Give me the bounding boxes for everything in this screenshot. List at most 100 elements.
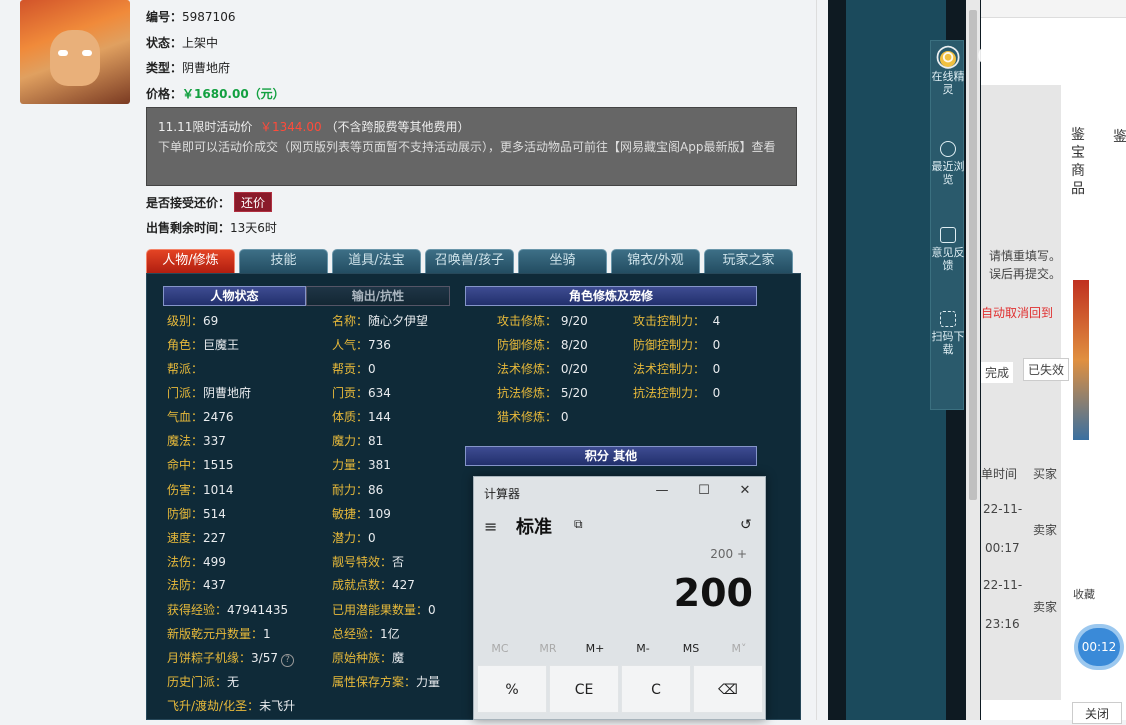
clear-entry-key[interactable]: CE [549,665,619,713]
keep-on-top-icon[interactable]: ⧉ [574,517,583,532]
stat-row: 帮派： [167,362,204,376]
overlay-backdrop: 在线精灵 最近浏览 意见反馈 扫码下载 [828,0,981,720]
stat-row: 人气：736 [332,338,391,352]
character-avatar [20,0,130,104]
stat-row: 法伤：499 [167,555,226,569]
memory-clear-button[interactable]: MC [476,642,524,655]
tab-character[interactable]: 人物/修炼 [146,249,235,273]
tab-expired[interactable]: 已失效 [1023,358,1070,381]
stat-row: 速度：227 [167,531,226,545]
notice-line: 请慎重填写。 [989,249,1062,263]
offer-row: 是否接受还价： 还价 [146,192,273,212]
vertical-nav-label-2[interactable]: 鉴 [1113,126,1126,146]
stat-row: 门派：阴曹地府 [167,386,252,400]
clock-icon [940,141,956,157]
rail-qr-download[interactable]: 扫码下载 [931,311,965,356]
item-price-row: 价格：￥1680.00（元） [146,87,285,101]
row-time: 23:16 [985,617,1020,631]
detail-tabs: 人物/修炼 技能 道具/法宝 召唤兽/孩子 坐骑 锦衣/外观 玩家之家 [146,249,793,273]
item-price: ￥1680.00（元） [182,87,285,101]
memory-list-button[interactable]: M˅ [715,642,763,655]
stat-row: 命中：1515 [167,458,234,472]
remaining-time-row: 出售剩余时间：13天6时 [146,221,277,235]
cultivation-row: 抗法修炼： 5/20 [497,386,588,400]
cultivation-row: 攻击修炼： 9/20 [497,314,588,328]
close-button[interactable]: 关闭 [1072,702,1122,724]
stat-row: 名称：随心夕伊望 [332,314,429,328]
stat-row: 耐力：86 [332,483,384,497]
memory-add-button[interactable]: M+ [571,642,619,655]
menu-icon[interactable]: ≡ [484,517,497,536]
stat-row: 属性保存方案：力量 [332,675,441,689]
subtab-output[interactable]: 输出/抗性 [306,286,450,306]
stat-row: 力量：381 [332,458,391,472]
percent-key[interactable]: % [477,665,547,713]
tab-items[interactable]: 道具/法宝 [332,249,421,273]
tab-home[interactable]: 玩家之家 [704,249,793,273]
col-order-time: 单时间 [981,467,1018,481]
stat-row: 伤害：1014 [167,483,234,497]
stat-row: 级别：69 [167,314,219,328]
item-status: 上架中 [182,36,219,50]
rail-feedback[interactable]: 意见反馈 [931,227,965,272]
stat-row: 角色：巨魔王 [167,338,240,352]
stat-row: 体质：144 [332,410,391,424]
subtab-status[interactable]: 人物状态 [163,286,306,306]
item-id: 5987106 [182,10,236,24]
memory-store-button[interactable]: MS [667,642,715,655]
tab-mounts[interactable]: 坐骑 [518,249,607,273]
stat-row: 魔力：81 [332,434,384,448]
cultivation-row: 猎术修炼： 0 [497,410,569,424]
item-type-row: 类型：阴曹地府 [146,61,231,75]
stat-row: 获得经验：47941435 [167,603,289,617]
promo-price: ￥1344.00 [260,120,322,134]
tab-completed[interactable]: 完成 [981,362,1014,383]
stat-row: 门贡：634 [332,386,391,400]
calculator-display: 200 [673,571,753,615]
control-row: 法术控制力： 0 [633,362,721,376]
rail-recent[interactable]: 最近浏览 [931,141,965,186]
thumbnail-image [1073,280,1089,440]
edit-icon [940,227,956,243]
help-icon[interactable]: ? [280,654,294,667]
tab-skills[interactable]: 技能 [239,249,328,273]
window-titlebar [981,0,1126,18]
stat-row: 魔法：337 [167,434,226,448]
minimize-icon[interactable]: — [652,483,672,498]
tab-pets[interactable]: 召唤兽/孩子 [425,249,514,273]
stat-row: 原始种族：魔 [332,651,405,665]
remaining-time: 13天6时 [230,221,277,235]
history-icon[interactable]: ↺ [740,517,752,533]
favorite-button[interactable]: 收藏 [1073,586,1095,602]
window-close-icon[interactable]: ✕ [735,483,755,498]
scrollbar[interactable] [966,0,980,720]
stat-row: 防御：514 [167,507,226,521]
calculator-expression: 200 + [710,547,747,561]
stat-row: 已用潜能果数量：0 [332,603,436,617]
stat-row: 潜力：0 [332,531,376,545]
memory-recall-button[interactable]: MR [524,642,572,655]
promo-description[interactable]: 下单即可以活动价成交（网页版列表等页面暂不支持活动展示），更多活动物品可前往【网… [158,137,785,157]
memory-subtract-button[interactable]: M- [619,642,667,655]
clear-key[interactable]: C [621,665,691,713]
row-buyer: 卖家 [1033,523,1058,537]
cultivation-row: 防御修炼： 8/20 [497,338,588,352]
order-window: 鉴宝商品 鉴 请慎重填写。 误后再提交。 自动取消回到 完成 已失效 单时间 买… [981,0,1126,720]
control-row: 抗法控制力： 0 [633,386,721,400]
control-row: 防御控制力： 0 [633,338,721,352]
item-id-row: 编号：5987106 [146,10,236,24]
stat-row: 飞升/渡劫/化圣：未飞升 [167,699,296,713]
timer-badge[interactable]: 00:12 [1078,628,1120,666]
promo-note: （不含跨服费等其他费用） [325,120,470,134]
promo-title: 11.11限时活动价 [158,120,253,134]
backspace-key[interactable]: ⌫ [693,665,763,713]
stat-row: 法防：437 [167,578,226,592]
calculator-title: 计算器 [484,487,521,501]
vertical-nav-label[interactable]: 鉴宝商品 [1071,126,1085,198]
notice-line: 自动取消回到 [981,306,1054,320]
tab-outfits[interactable]: 锦衣/外观 [611,249,700,273]
scrollbar-thumb[interactable] [969,10,977,500]
maximize-icon[interactable]: ☐ [694,483,714,498]
counter-offer-button[interactable]: 还价 [234,192,273,212]
points-header: 积分 其他 [465,446,757,466]
